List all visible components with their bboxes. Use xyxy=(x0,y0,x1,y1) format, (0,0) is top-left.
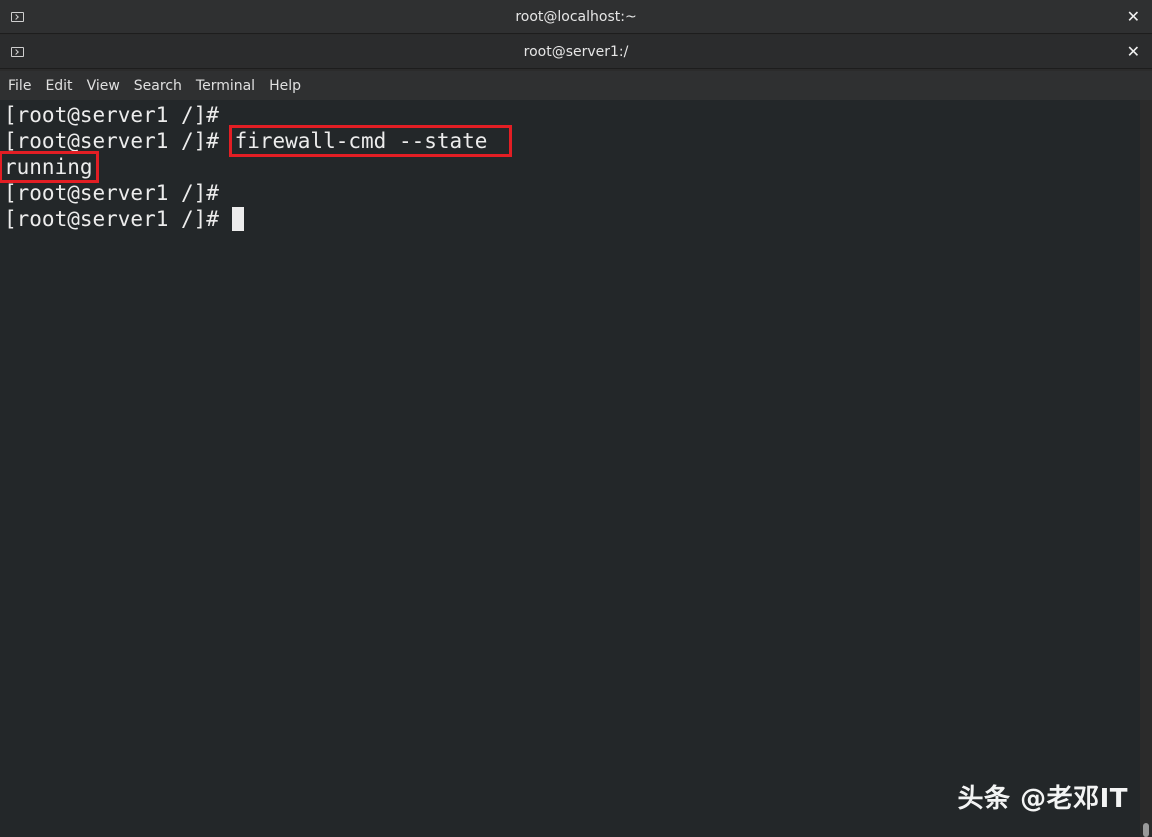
menu-terminal[interactable]: Terminal xyxy=(189,78,262,94)
shell-prompt: [root@server1 /]# xyxy=(4,129,232,153)
terminal-line: [root@server1 /]# xyxy=(4,180,509,206)
close-icon[interactable]: ✕ xyxy=(1127,43,1140,60)
shell-prompt: [root@server1 /]# xyxy=(4,103,232,127)
terminal-icon xyxy=(11,11,24,22)
menu-help[interactable]: Help xyxy=(262,78,308,94)
text-cursor xyxy=(231,207,244,231)
terminal-icon xyxy=(11,46,24,57)
watermark: 头条 @老邓IT xyxy=(957,784,1128,814)
highlighted-command: firewall-cmd --state xyxy=(228,125,513,157)
inner-window-title: root@server1:/ xyxy=(523,43,629,60)
close-icon[interactable]: ✕ xyxy=(1127,8,1140,25)
shell-prompt: [root@server1 /]# xyxy=(4,207,232,231)
terminal-line: running xyxy=(0,151,509,183)
terminal-line: [root@server1 /]# xyxy=(4,206,509,232)
menu-file[interactable]: File xyxy=(1,78,38,94)
terminal-line: [root@server1 /]# firewall-cmd --state xyxy=(4,125,513,157)
terminal-output: [root@server1 /]# [root@server1 /]# fire… xyxy=(0,102,513,232)
menu-bar: File Edit View Search Terminal Help xyxy=(0,71,1152,100)
menu-search[interactable]: Search xyxy=(127,78,189,94)
outer-window-title: root@localhost:~ xyxy=(515,8,637,25)
shell-prompt: [root@server1 /]# xyxy=(4,181,232,205)
outer-window-titlebar: root@localhost:~ ✕ xyxy=(0,0,1152,34)
inner-window-titlebar: root@server1:/ ✕ xyxy=(0,35,1152,69)
menu-view[interactable]: View xyxy=(80,78,127,94)
terminal-line: [root@server1 /]# xyxy=(4,102,509,128)
scrollbar-thumb[interactable] xyxy=(1143,823,1149,837)
highlighted-output: running xyxy=(0,151,99,183)
menu-edit[interactable]: Edit xyxy=(38,78,79,94)
terminal-area[interactable]: [root@server1 /]# [root@server1 /]# fire… xyxy=(0,100,1140,837)
scrollbar[interactable] xyxy=(1140,100,1152,837)
